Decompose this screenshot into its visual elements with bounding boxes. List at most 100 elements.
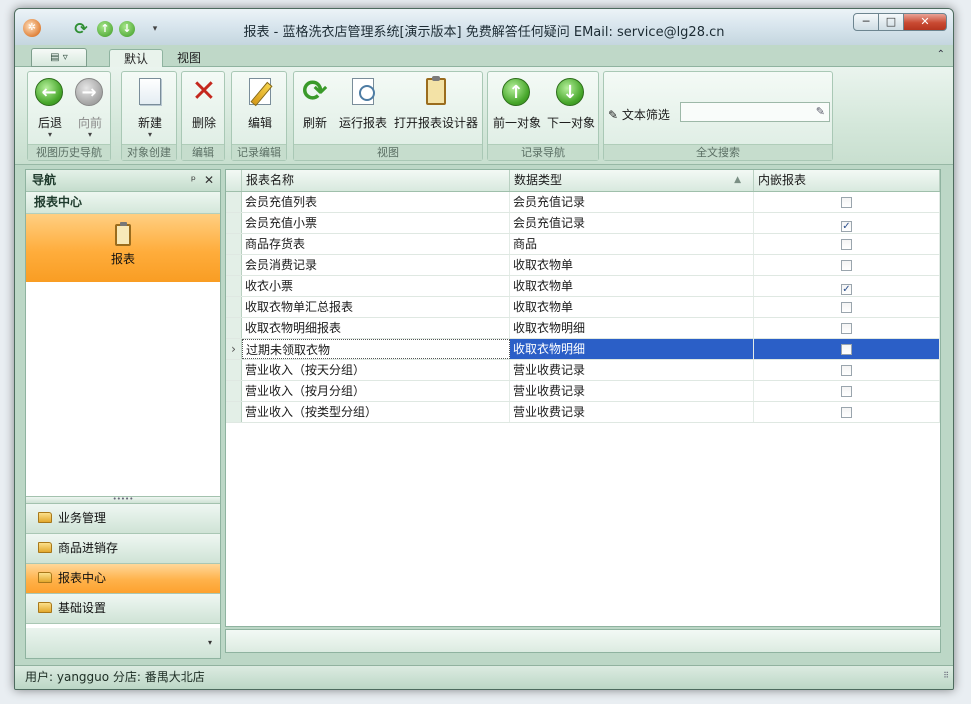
row-indicator[interactable] <box>226 402 242 422</box>
nav-group-business[interactable]: 业务管理 <box>26 504 220 534</box>
cell-embedded: ✓ <box>754 213 940 233</box>
nav-group-inventory[interactable]: 商品进销存 <box>26 534 220 564</box>
cell-report-name[interactable]: 过期未领取衣物 <box>242 339 510 359</box>
embedded-checkbox[interactable] <box>841 302 852 313</box>
cell-report-name[interactable]: 收取衣物明细报表 <box>242 318 510 338</box>
embedded-checkbox[interactable] <box>841 239 852 250</box>
next-object-button[interactable]: ↓ 下一对象 <box>544 76 598 131</box>
table-row[interactable]: 营业收入（按天分组） 营业收费记录 <box>226 360 940 381</box>
cell-report-name[interactable]: 商品存货表 <box>242 234 510 254</box>
row-indicator[interactable] <box>226 360 242 380</box>
cell-data-type[interactable]: 收取衣物明细 <box>510 339 754 359</box>
embedded-checkbox[interactable]: ✓ <box>841 221 852 232</box>
app-menu-button[interactable]: ▤ ▿ <box>31 48 87 67</box>
pin-icon[interactable]: ᵖ <box>191 170 196 191</box>
row-indicator[interactable]: › <box>226 339 242 359</box>
close-button[interactable]: ✕ <box>903 13 947 31</box>
row-indicator[interactable] <box>226 255 242 275</box>
cell-data-type[interactable]: 营业收费记录 <box>510 381 754 401</box>
refresh-label: 刷新 <box>302 116 327 130</box>
row-indicator[interactable] <box>226 213 242 233</box>
run-report-label: 运行报表 <box>338 116 387 130</box>
run-report-button[interactable]: 运行报表 <box>336 76 390 131</box>
refresh-icon: ⟳ <box>302 74 328 109</box>
text-filter-input[interactable]: ✎ <box>680 102 830 122</box>
collapse-ribbon-icon[interactable]: ⌃ <box>937 49 945 60</box>
cell-data-type[interactable]: 收取衣物单 <box>510 297 754 317</box>
back-dropdown-icon[interactable]: ▾ <box>34 131 66 139</box>
table-row[interactable]: 会员充值列表 会员充值记录 <box>226 192 940 213</box>
embedded-checkbox[interactable] <box>841 365 852 376</box>
forward-dropdown-icon[interactable]: ▾ <box>74 131 106 139</box>
column-header-report-name[interactable]: 报表名称 <box>242 170 510 191</box>
embedded-checkbox[interactable] <box>841 407 852 418</box>
embedded-checkbox[interactable]: ✓ <box>841 284 852 295</box>
delete-button[interactable]: ✕ 删除 <box>188 76 220 131</box>
cell-report-name[interactable]: 会员充值小票 <box>242 213 510 233</box>
embedded-checkbox[interactable] <box>841 386 852 397</box>
app-window: ✲ ⟳ ↑ ↓ ▾ 报表 - 蓝格洗衣店管理系统[演示版本] 免费解答任何疑问 … <box>14 8 954 690</box>
cell-data-type[interactable]: 会员充值记录 <box>510 213 754 233</box>
nav-splitter[interactable]: ••••• <box>26 496 220 504</box>
nav-item-report[interactable]: 报表 <box>26 214 220 282</box>
embedded-checkbox[interactable] <box>841 197 852 208</box>
group-label-record-edit: 记录编辑 <box>232 144 286 160</box>
back-button[interactable]: ← 后退 ▾ <box>34 76 66 139</box>
table-row[interactable]: 营业收入（按类型分组） 营业收费记录 <box>226 402 940 423</box>
nav-overflow-icon[interactable]: ▾ <box>208 638 212 647</box>
row-indicator[interactable] <box>226 318 242 338</box>
group-label-record-navigation: 记录导航 <box>488 144 598 160</box>
row-indicator[interactable] <box>226 234 242 254</box>
embedded-checkbox[interactable] <box>841 323 852 334</box>
clear-filter-icon[interactable]: ✎ <box>816 105 825 118</box>
cell-data-type[interactable]: 营业收费记录 <box>510 360 754 380</box>
forward-button[interactable]: → 向前 ▾ <box>74 76 106 139</box>
cell-data-type[interactable]: 商品 <box>510 234 754 254</box>
nav-group-label: 基础设置 <box>58 601 107 615</box>
table-row[interactable]: › 过期未领取衣物 收取衣物明细 <box>226 339 940 360</box>
resize-grip-icon[interactable]: ⠿ <box>943 665 949 687</box>
row-indicator[interactable] <box>226 192 242 212</box>
new-button[interactable]: 新建 ▾ <box>132 76 168 139</box>
refresh-button[interactable]: ⟳ 刷新 <box>298 76 332 131</box>
cell-report-name[interactable]: 会员充值列表 <box>242 192 510 212</box>
table-row[interactable]: 会员充值小票 会员充值记录 ✓ <box>226 213 940 234</box>
cell-data-type[interactable]: 收取衣物明细 <box>510 318 754 338</box>
tab-view[interactable]: 视图 <box>163 49 215 68</box>
column-header-embedded[interactable]: 内嵌报表 <box>754 170 940 191</box>
cell-report-name[interactable]: 收衣小票 <box>242 276 510 296</box>
open-report-designer-button[interactable]: 打开报表设计器 <box>392 76 480 131</box>
table-row[interactable]: 收取衣物明细报表 收取衣物明细 <box>226 318 940 339</box>
new-dropdown-icon[interactable]: ▾ <box>132 131 168 139</box>
cell-report-name[interactable]: 营业收入（按天分组） <box>242 360 510 380</box>
cell-data-type[interactable]: 收取衣物单 <box>510 255 754 275</box>
edit-button[interactable]: 编辑 <box>244 76 276 131</box>
cell-data-type[interactable]: 会员充值记录 <box>510 192 754 212</box>
nav-group-report-center[interactable]: 报表中心 <box>26 564 220 594</box>
table-row[interactable]: 收取衣物单汇总报表 收取衣物单 <box>226 297 940 318</box>
tab-default[interactable]: 默认 <box>109 49 164 68</box>
open-report-designer-label: 打开报表设计器 <box>393 116 478 130</box>
cell-data-type[interactable]: 收取衣物单 <box>510 276 754 296</box>
table-row[interactable]: 收衣小票 收取衣物单 ✓ <box>226 276 940 297</box>
minimize-button[interactable]: ─ <box>853 13 879 31</box>
embedded-checkbox[interactable] <box>841 260 852 271</box>
previous-object-icon: ↑ <box>502 78 530 106</box>
nav-close-icon[interactable]: ✕ <box>204 170 214 191</box>
cell-report-name[interactable]: 营业收入（按类型分组） <box>242 402 510 422</box>
cell-report-name[interactable]: 收取衣物单汇总报表 <box>242 297 510 317</box>
table-row[interactable]: 会员消费记录 收取衣物单 <box>226 255 940 276</box>
embedded-checkbox[interactable] <box>841 344 852 355</box>
previous-object-button[interactable]: ↑ 前一对象 <box>490 76 544 131</box>
table-row[interactable]: 商品存货表 商品 <box>226 234 940 255</box>
nav-group-basic-settings[interactable]: 基础设置 <box>26 594 220 624</box>
table-row[interactable]: 营业收入（按月分组） 营业收费记录 <box>226 381 940 402</box>
column-header-data-type[interactable]: 数据类型 ▲ <box>510 170 754 191</box>
cell-data-type[interactable]: 营业收费记录 <box>510 402 754 422</box>
row-indicator[interactable] <box>226 381 242 401</box>
row-indicator[interactable] <box>226 297 242 317</box>
maximize-button[interactable]: □ <box>878 13 904 31</box>
row-indicator[interactable] <box>226 276 242 296</box>
cell-report-name[interactable]: 营业收入（按月分组） <box>242 381 510 401</box>
cell-report-name[interactable]: 会员消费记录 <box>242 255 510 275</box>
